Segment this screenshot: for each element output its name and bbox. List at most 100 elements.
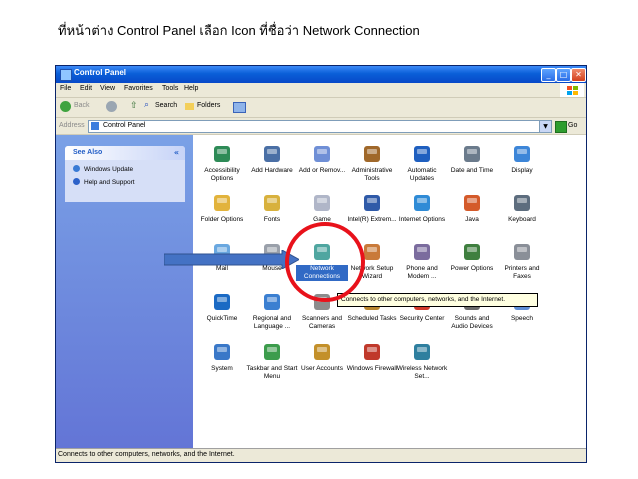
phone-modem-icon[interactable]	[411, 241, 433, 263]
control-panel-item[interactable]: Internet Options	[396, 192, 448, 224]
control-panel-icon	[60, 69, 72, 81]
menu-favorites[interactable]: Favorites	[124, 85, 153, 92]
control-panel-item[interactable]: System	[196, 341, 248, 373]
control-panel-item[interactable]: Game	[296, 192, 348, 224]
see-also-panel: See Also « Windows Update Help and Suppo…	[65, 146, 185, 202]
windows-logo-icon	[560, 83, 584, 97]
control-panel-item[interactable]: Accessibility Options	[196, 143, 248, 183]
help-icon	[73, 178, 80, 185]
power-options-icon[interactable]	[461, 241, 483, 263]
maximize-button[interactable]: □	[556, 68, 571, 82]
intel-graphics-icon[interactable]	[361, 192, 383, 214]
status-bar: Connects to other computers, networks, a…	[56, 448, 586, 462]
accessibility-icon[interactable]	[211, 143, 233, 165]
display-icon[interactable]	[511, 143, 533, 165]
item-label: Intel(R) Extrem...	[347, 216, 397, 223]
control-panel-item[interactable]: Windows Firewall	[346, 341, 398, 373]
folder-options-icon[interactable]	[211, 192, 233, 214]
control-panel-item[interactable]: User Accounts	[296, 341, 348, 373]
item-label: Security Center	[399, 315, 445, 322]
control-panel-item[interactable]: Folder Options	[196, 192, 248, 224]
control-panel-item[interactable]: Date and Time	[446, 143, 498, 175]
control-panel-item[interactable]: Wireless Network Set...	[396, 341, 448, 381]
tooltip: Connects to other computers, networks, a…	[337, 293, 538, 307]
game-controllers-icon[interactable]	[311, 192, 333, 214]
control-panel-item[interactable]: Intel(R) Extrem...	[346, 192, 398, 224]
go-button[interactable]: Go	[568, 122, 577, 129]
fonts-icon[interactable]	[261, 192, 283, 214]
menu-file[interactable]: File	[60, 85, 71, 92]
item-label: Scheduled Tasks	[347, 315, 397, 322]
control-panel-item[interactable]: Fonts	[246, 192, 298, 224]
status-text: Connects to other computers, networks, a…	[58, 451, 235, 458]
java-icon[interactable]	[461, 192, 483, 214]
close-button[interactable]: ✕	[571, 68, 586, 82]
up-folder-icon[interactable]: ⇧	[130, 100, 138, 111]
menu-view[interactable]: View	[100, 85, 115, 92]
item-label: Display	[511, 167, 533, 174]
control-panel-item[interactable]: Keyboard	[496, 192, 548, 224]
search-button[interactable]: Search	[155, 102, 177, 109]
control-panel-item[interactable]: Power Options	[446, 241, 498, 273]
item-label: Date and Time	[450, 167, 494, 174]
control-panel-item[interactable]: Taskbar and Start Menu	[246, 341, 298, 381]
user-accounts-icon[interactable]	[311, 341, 333, 363]
control-panel-item[interactable]: Regional and Language ...	[246, 291, 298, 331]
control-panel-item[interactable]: Phone and Modem ...	[396, 241, 448, 281]
item-label: User Accounts	[301, 365, 343, 372]
control-panel-item[interactable]: Automatic Updates	[396, 143, 448, 183]
title-bar[interactable]: Control Panel _ □ ✕	[56, 66, 586, 83]
forward-arrow-icon[interactable]	[106, 101, 117, 112]
menu-help[interactable]: Help	[184, 85, 198, 92]
add-hardware-icon[interactable]	[261, 143, 283, 165]
quicktime-icon[interactable]	[211, 291, 233, 313]
regional-language-icon[interactable]	[261, 291, 283, 313]
control-panel-item[interactable]: Printers and Faxes	[496, 241, 548, 281]
system-icon[interactable]	[211, 341, 233, 363]
keyboard-icon[interactable]	[511, 192, 533, 214]
item-label: Speech	[510, 315, 534, 322]
item-label: Automatic Updates	[407, 167, 437, 182]
add-remove-programs-icon[interactable]	[311, 143, 333, 165]
item-label: Taskbar and Start Menu	[246, 365, 298, 380]
taskbar-start-icon[interactable]	[261, 341, 283, 363]
item-label: Fonts	[263, 216, 281, 223]
menu-tools[interactable]: Tools	[162, 85, 178, 92]
control-panel-item[interactable]: QuickTime	[196, 291, 248, 323]
help-support-link[interactable]: Help and Support	[73, 178, 135, 186]
internet-options-icon[interactable]	[411, 192, 433, 214]
item-label: QuickTime	[206, 315, 238, 322]
wireless-network-icon[interactable]	[411, 341, 433, 363]
address-dropdown-icon[interactable]: ▼	[539, 120, 552, 133]
minimize-button[interactable]: _	[541, 68, 556, 82]
item-label: Internet Options	[398, 216, 446, 223]
search-icon[interactable]: ⌕	[144, 99, 149, 110]
item-label: Scanners and Cameras	[301, 315, 343, 330]
highlight-circle	[285, 222, 365, 302]
control-panel-item[interactable]: Java	[446, 192, 498, 224]
address-label: Address	[59, 122, 85, 129]
menu-edit[interactable]: Edit	[80, 85, 92, 92]
collapse-chevron-icon[interactable]: «	[174, 148, 179, 157]
see-also-header[interactable]: See Also «	[65, 146, 185, 160]
printers-faxes-icon[interactable]	[511, 241, 533, 263]
views-icon[interactable]	[233, 102, 246, 113]
control-panel-item[interactable]: Display	[496, 143, 548, 175]
windows-firewall-icon[interactable]	[361, 341, 383, 363]
back-button[interactable]: Back	[74, 102, 90, 109]
item-label: System	[211, 365, 233, 372]
automatic-updates-icon[interactable]	[411, 143, 433, 165]
windows-update-link[interactable]: Windows Update	[73, 165, 133, 173]
date-time-icon[interactable]	[461, 143, 483, 165]
address-field[interactable]: Control Panel ▼	[88, 120, 552, 133]
folders-button[interactable]: Folders	[197, 102, 220, 109]
go-arrow-icon[interactable]	[555, 121, 567, 133]
folders-icon[interactable]	[185, 103, 194, 110]
control-panel-item[interactable]: Add or Remov...	[296, 143, 348, 175]
item-label: Add or Remov...	[298, 167, 346, 174]
administrative-tools-icon[interactable]	[361, 143, 383, 165]
control-panel-item[interactable]: Add Hardware	[246, 143, 298, 175]
back-arrow-icon[interactable]	[60, 101, 71, 112]
control-panel-item[interactable]: Administrative Tools	[346, 143, 398, 183]
address-bar: Address Control Panel ▼ Go	[56, 118, 586, 135]
